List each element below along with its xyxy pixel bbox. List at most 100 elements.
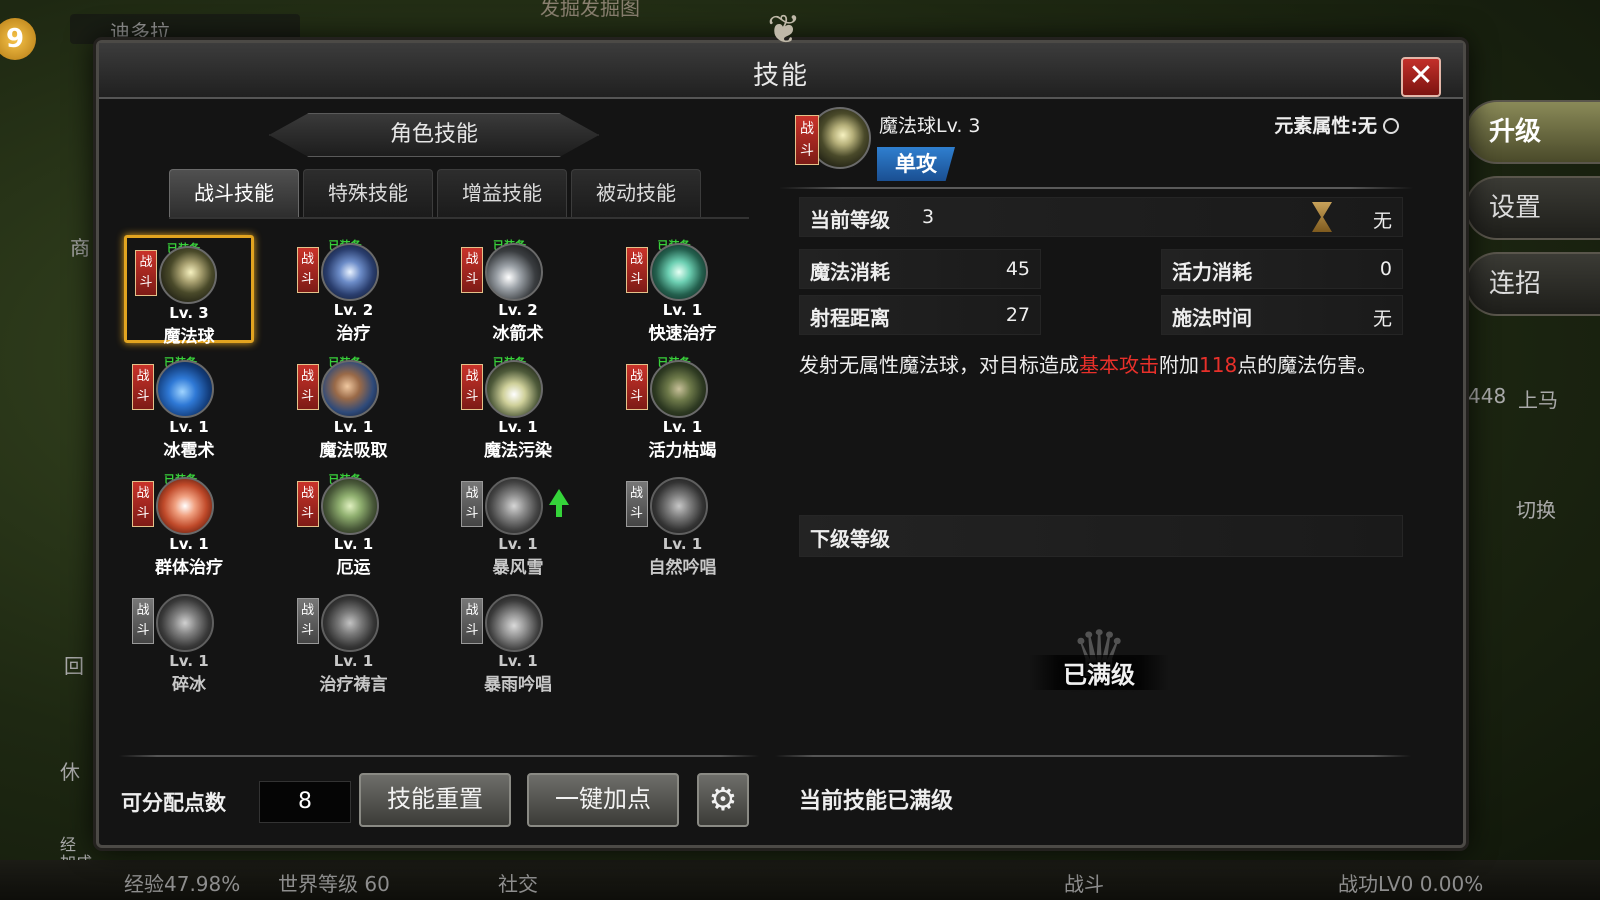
skill-slot[interactable]: 战 斗 Lv. 1 暴风雪	[453, 469, 583, 578]
skill-name: 活力枯竭	[648, 441, 717, 461]
skill-slot[interactable]: 战 斗 Lv. 1 治疗祷言	[289, 586, 419, 695]
close-button[interactable]: ✕	[1401, 57, 1441, 97]
detail-element: 元素属性:无	[1274, 111, 1399, 138]
merit-progress-text: 战功LV0 0.00%	[1338, 872, 1484, 896]
cooldown-value: 无	[1372, 210, 1392, 232]
heal-prayer-icon	[320, 594, 379, 652]
skill-slot[interactable]: 已装备战 斗Lv. 1厄运	[289, 469, 419, 578]
category-badge: 战 斗	[132, 364, 154, 410]
skill-slot[interactable]: 已装备战 斗Lv. 1魔法污染	[453, 352, 583, 461]
settings-button[interactable]: 设置	[1465, 176, 1600, 240]
current-level-row: 当前等级 3 无	[799, 197, 1403, 237]
skill-detail-panel: 战 斗 魔法球Lv. 3 元素属性:无 单攻 当前等级 3 无 魔法消耗 45 …	[779, 99, 1429, 759]
ice-arrow-icon	[485, 243, 543, 301]
skill-slot[interactable]: 已装备战 斗Lv. 3魔法球	[124, 235, 254, 347]
skill-level: Lv. 2	[498, 301, 538, 319]
dialog-header: 技能 ✕	[99, 43, 1463, 99]
mount-button[interactable]: 上马	[1518, 384, 1558, 413]
section-banner: 角色技能	[269, 113, 599, 157]
skill-name: 冰雹术	[163, 441, 215, 461]
cast-time-label: 施法时间	[1172, 306, 1252, 330]
category-badge: 战 斗	[296, 364, 319, 410]
tab-buff-skills[interactable]: 增益技能	[437, 169, 567, 217]
nature-chant-icon	[649, 477, 708, 535]
skill-level: Lv. 1	[169, 418, 209, 436]
category-badge: 战 斗	[132, 481, 154, 527]
skill-slot[interactable]: 已装备战 斗Lv. 1魔法吸取	[289, 352, 419, 461]
upgrade-button[interactable]: 升级	[1465, 100, 1600, 164]
max-level-emblem: ♛ 已满级	[1029, 615, 1169, 725]
skill-slot[interactable]: 战 斗 Lv. 1 暴雨吟唱	[453, 586, 583, 695]
category-badge: 战 斗	[625, 481, 648, 527]
range-label: 射程距离	[810, 306, 890, 330]
mana-cost-value: 45	[1005, 258, 1030, 280]
skill-status-text: 当前技能已满级	[799, 789, 954, 814]
social-button[interactable]: 社交	[498, 868, 538, 897]
skill-slot[interactable]: 已装备战 斗Lv. 2冰箭术	[453, 235, 583, 344]
shatter-ice-icon	[156, 594, 214, 652]
skill-slot[interactable]: 已装备战 斗Lv. 1冰雹术	[124, 352, 254, 461]
hourglass-icon	[1312, 202, 1332, 232]
tabs-divider	[169, 217, 749, 219]
skill-level: Lv. 1	[498, 535, 538, 553]
skill-name: 碎冰	[172, 675, 206, 695]
rest-shortcut[interactable]: 休	[60, 756, 80, 785]
skill-slot[interactable]: 战 斗 Lv. 1 碎冰	[124, 586, 254, 695]
skill-slot[interactable]: 战 斗 Lv. 1 自然吟唱	[618, 469, 748, 578]
vitality-cost-value: 0	[1379, 258, 1392, 280]
world-level-text: 世界等级 60	[278, 872, 390, 896]
skill-slot[interactable]: 已装备战 斗Lv. 1群体治疗	[124, 469, 254, 578]
element-label: 元素属性:无	[1274, 115, 1377, 137]
vitality-drain-icon	[649, 360, 708, 418]
tab-special-skills[interactable]: 特殊技能	[303, 169, 433, 217]
skill-name: 群体治疗	[155, 558, 223, 578]
reset-skills-button[interactable]: 技能重置	[359, 773, 511, 827]
category-badge: 战 斗	[135, 250, 157, 296]
skill-name: 自然吟唱	[648, 558, 717, 578]
desc-text: 点的魔法伤害。	[1237, 353, 1378, 377]
current-level-value: 3	[922, 206, 935, 228]
auto-assign-button[interactable]: 一键加点	[527, 773, 679, 827]
skill-level: Lv. 3	[169, 304, 209, 322]
skill-name: 暴雨吟唱	[484, 675, 552, 695]
skill-level: Lv. 2	[333, 301, 374, 319]
skill-level: Lv. 1	[662, 301, 703, 319]
skill-level: Lv. 1	[333, 535, 374, 553]
skill-slot[interactable]: 已装备战 斗Lv. 1活力枯竭	[618, 352, 748, 461]
vitality-cost-label: 活力消耗	[1172, 260, 1252, 284]
skill-name: 快速治疗	[648, 324, 717, 344]
skill-settings-button[interactable]: ⚙	[697, 773, 749, 827]
hail-icon	[156, 360, 214, 418]
return-shortcut[interactable]: 回	[64, 650, 84, 679]
skill-level: Lv. 1	[169, 535, 209, 553]
skill-name: 治疗	[336, 324, 371, 344]
current-level-label: 当前等级	[810, 208, 890, 232]
tab-passive-skills[interactable]: 被动技能	[571, 169, 701, 217]
skill-name: 魔法污染	[484, 441, 552, 461]
category-badge: 战 斗	[296, 247, 319, 293]
resource-count: 448	[1468, 384, 1507, 408]
doom-clover-icon	[320, 477, 379, 535]
desc-text: 附加	[1159, 353, 1199, 377]
storm-chant-icon	[485, 594, 543, 652]
switch-button[interactable]: 切换	[1516, 494, 1556, 523]
map-name: 发掘发掘图	[540, 0, 640, 20]
skill-level: Lv. 1	[169, 652, 209, 670]
group-heal-icon	[156, 477, 214, 535]
close-icon: ✕	[1408, 58, 1434, 93]
range-value: 27	[1005, 304, 1030, 326]
blizzard-icon	[485, 477, 543, 535]
detail-category-badge: 战 斗	[795, 115, 819, 165]
tab-battle-skills[interactable]: 战斗技能	[169, 169, 299, 217]
points-label: 可分配点数	[121, 791, 226, 815]
quick-heal-icon	[649, 243, 708, 301]
skill-level: Lv. 1	[498, 418, 538, 436]
skill-name: 暴风雪	[492, 558, 544, 578]
exp-progress-text: 经验47.98%	[124, 872, 241, 896]
mana-cost-label: 魔法消耗	[810, 260, 890, 284]
combo-button[interactable]: 连招	[1465, 252, 1600, 316]
shop-shortcut[interactable]: 商	[70, 232, 90, 261]
skill-slot[interactable]: 已装备战 斗Lv. 1快速治疗	[618, 235, 748, 344]
battle-button[interactable]: 战斗	[1064, 868, 1104, 897]
skill-slot[interactable]: 已装备战 斗Lv. 2治疗	[289, 235, 419, 344]
